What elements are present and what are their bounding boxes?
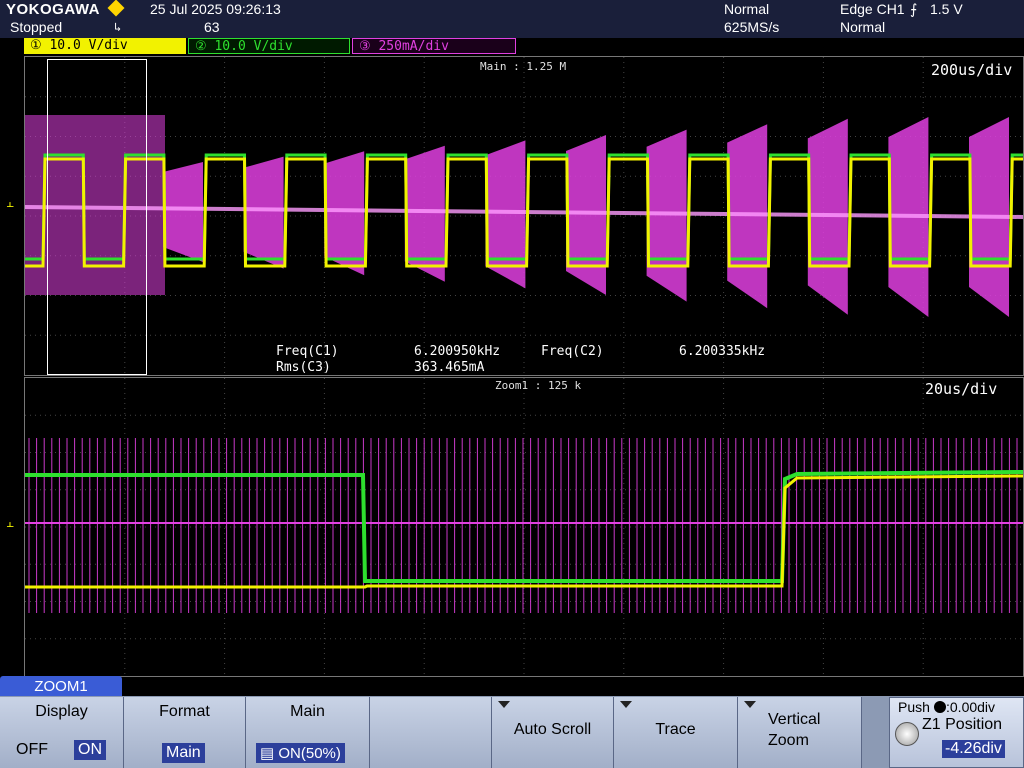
channel-3-burst bbox=[404, 145, 445, 282]
push-label: Push bbox=[898, 699, 930, 715]
channel-3-burst bbox=[566, 135, 606, 295]
trigger-source: Edge CH1 bbox=[840, 1, 905, 17]
push-value: :0.00div bbox=[946, 699, 996, 715]
channel-1-scale: 10.0 V/div bbox=[49, 38, 128, 53]
format-title: Format bbox=[159, 703, 210, 720]
channel-3-trace bbox=[24, 115, 1024, 317]
split-screen-icon: ▤ bbox=[260, 745, 275, 762]
main-waveform-area bbox=[24, 57, 1024, 375]
channel-1-number: ① bbox=[30, 38, 42, 53]
zoom-waveform-area bbox=[25, 378, 1024, 676]
auto-scroll-label: Auto Scroll bbox=[513, 721, 592, 738]
zoom-window-box[interactable] bbox=[47, 59, 147, 375]
main-timebase: 200us/div bbox=[931, 61, 1013, 79]
channel-1-tab[interactable]: ① 10.0 V/div bbox=[24, 38, 186, 54]
acquisition-mode: Normal bbox=[724, 1, 770, 17]
run-state: Stopped bbox=[10, 19, 63, 35]
channel-3-burst bbox=[646, 129, 687, 302]
graticule bbox=[25, 378, 1023, 676]
meas-value-freq-c2: 6.200335kHz bbox=[679, 344, 766, 359]
zoom1-menu-tab[interactable]: ZOOM1 bbox=[0, 676, 122, 697]
zoom-ground-marker-icon[interactable]: ⫠ bbox=[6, 516, 14, 531]
knob-value: -4.26div bbox=[942, 740, 1005, 758]
trigger-level: 1.5 V bbox=[930, 1, 963, 17]
knob-parameter: Z1 Position bbox=[922, 716, 1003, 733]
zoom-record-length: Zoom1 : 125 k bbox=[495, 379, 582, 392]
main-title: Main bbox=[290, 703, 325, 720]
meas-name-rms-c3: Rms(C3) bbox=[276, 360, 331, 375]
main-value-text: ON(50%) bbox=[278, 745, 341, 762]
rotary-knob-icon bbox=[895, 722, 919, 746]
date-time: 25 Jul 2025 09:26:13 bbox=[150, 1, 281, 17]
trace-button[interactable]: Trace bbox=[614, 697, 738, 768]
channel-3-burst bbox=[324, 151, 365, 276]
trigger-edge-icon: ↳ bbox=[114, 20, 122, 34]
vertical-zoom-label-2: Zoom bbox=[768, 732, 809, 749]
main-record-length: Main : 1.25 M bbox=[480, 60, 567, 73]
auto-scroll-button[interactable]: Auto Scroll bbox=[492, 697, 614, 768]
main-waveform-screen[interactable]: Main : 1.25 M 200us/div Freq(C1) 6.20095… bbox=[24, 56, 1024, 376]
trigger-mode: Normal bbox=[840, 19, 886, 35]
acquisition-count: 63 bbox=[204, 19, 220, 35]
trace-label: Trace bbox=[655, 721, 696, 738]
submenu-arrow-icon bbox=[744, 701, 756, 708]
display-button[interactable]: Display OFF ON bbox=[0, 697, 124, 768]
ground-marker-icon[interactable]: ⫠ bbox=[6, 196, 14, 211]
format-value: Main bbox=[162, 743, 205, 763]
trigger-slope-icon: ⨍ bbox=[910, 1, 918, 17]
meas-name-freq-c1: Freq(C1) bbox=[276, 344, 339, 359]
main-display-button[interactable]: Main ▤ ON(50%) bbox=[246, 697, 370, 768]
channel-3-tab[interactable]: ③ 250mA/div bbox=[352, 38, 516, 54]
channel-3-scale: 250mA/div bbox=[378, 39, 449, 54]
blank-soft-key[interactable] bbox=[370, 697, 492, 768]
brand-logo: YOKOGAWA bbox=[6, 1, 101, 18]
channel-1-zoom-trace bbox=[25, 474, 1024, 589]
meas-value-freq-c1: 6.200950kHz bbox=[414, 344, 501, 359]
sample-rate: 625MS/s bbox=[724, 19, 780, 35]
format-button[interactable]: Format Main bbox=[124, 697, 246, 768]
zoom-timebase: 20us/div bbox=[925, 380, 998, 398]
display-off-option: OFF bbox=[16, 741, 48, 758]
channel-2-number: ② bbox=[195, 39, 207, 54]
channel-3-burst bbox=[163, 162, 203, 262]
submenu-arrow-icon bbox=[620, 701, 632, 708]
meas-name-freq-c2: Freq(C2) bbox=[541, 344, 604, 359]
display-on-option: ON bbox=[74, 740, 106, 760]
display-title: Display bbox=[35, 703, 88, 720]
channel-3-burst bbox=[243, 156, 284, 269]
main-value: ▤ ON(50%) bbox=[256, 743, 345, 763]
meas-value-rms-c3: 363.465mA bbox=[414, 360, 485, 375]
z1-position-panel[interactable]: Push :0.00div Z1 Position -4.26div bbox=[889, 697, 1024, 768]
channel-2-tab[interactable]: ② 10.0 V/div bbox=[188, 38, 350, 54]
push-knob-icon bbox=[934, 701, 946, 713]
submenu-arrow-icon bbox=[498, 701, 510, 708]
channel-3-number: ③ bbox=[359, 39, 371, 54]
vertical-zoom-label-1: Vertical bbox=[768, 711, 821, 728]
channel-2-scale: 10.0 V/div bbox=[214, 39, 293, 54]
vertical-zoom-button[interactable]: Vertical Zoom bbox=[738, 697, 862, 768]
zoom-waveform-screen[interactable]: Zoom1 : 125 k 20us/div bbox=[24, 377, 1024, 677]
